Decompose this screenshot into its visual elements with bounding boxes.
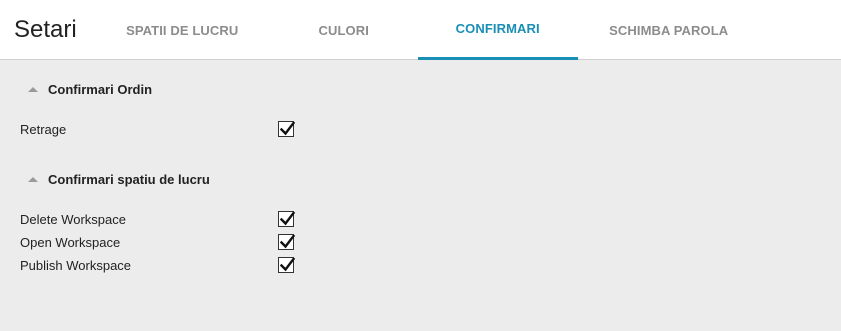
caret-up-icon bbox=[28, 176, 38, 182]
confirm-row-open-workspace: Open Workspace bbox=[20, 232, 320, 252]
section-title: Confirmari spatiu de lucru bbox=[48, 172, 210, 187]
row-label: Publish Workspace bbox=[20, 257, 132, 273]
tab-schimba-parola[interactable]: SCHIMBA PAROLA bbox=[578, 0, 760, 60]
section-header-confirmari-spatiu[interactable]: Confirmari spatiu de lucru bbox=[28, 172, 210, 187]
page-title: Setari bbox=[14, 16, 77, 43]
tab-confirmari[interactable]: CONFIRMARI bbox=[417, 0, 578, 60]
checkmark-icon bbox=[279, 257, 296, 272]
caret-up-icon bbox=[28, 86, 38, 92]
publish-workspace-checkbox[interactable] bbox=[278, 257, 296, 273]
row-label: Delete Workspace bbox=[20, 211, 126, 227]
checkmark-icon bbox=[279, 211, 296, 226]
checkmark-icon bbox=[279, 234, 296, 249]
settings-header: Setari SPATII DE LUCRU CULORI CONFIRMARI… bbox=[0, 0, 841, 60]
retrage-checkbox[interactable] bbox=[278, 121, 296, 137]
section-header-confirmari-ordin[interactable]: Confirmari Ordin bbox=[28, 82, 152, 97]
tab-spatii-de-lucru[interactable]: SPATII DE LUCRU bbox=[95, 0, 270, 60]
confirm-row-retrage: Retrage bbox=[20, 119, 320, 139]
tab-culori[interactable]: CULORI bbox=[270, 0, 418, 60]
confirmations-panel: Confirmari Ordin Retrage Confirmari spat… bbox=[0, 60, 841, 330]
confirm-row-publish-workspace: Publish Workspace bbox=[20, 255, 320, 275]
open-workspace-checkbox[interactable] bbox=[278, 234, 296, 250]
section-title: Confirmari Ordin bbox=[48, 82, 153, 97]
checkmark-icon bbox=[279, 121, 296, 136]
row-label: Open Workspace bbox=[20, 234, 121, 250]
delete-workspace-checkbox[interactable] bbox=[278, 211, 296, 227]
confirm-row-delete-workspace: Delete Workspace bbox=[20, 209, 320, 229]
row-label: Retrage bbox=[20, 121, 67, 137]
